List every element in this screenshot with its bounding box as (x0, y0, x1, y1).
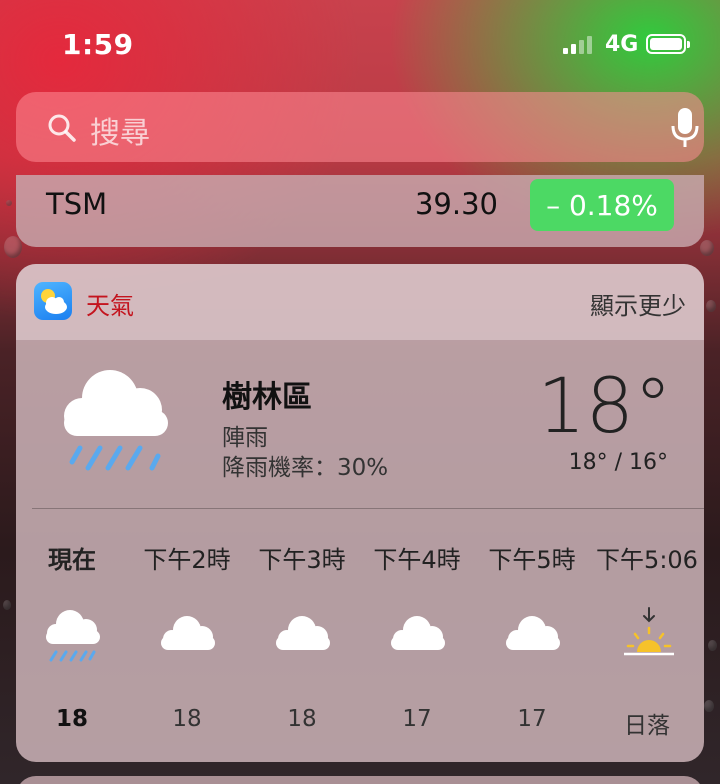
clock: 1:59 (62, 28, 134, 61)
widget-app-name: 天氣 (86, 292, 134, 320)
rain-chance: 降雨機率：30% (222, 455, 389, 481)
stock-change-badge[interactable]: – 0.18% (530, 179, 674, 231)
location-name: 樹林區 (222, 380, 312, 415)
hourly-forecast-item: 下午3時 18 (247, 540, 357, 732)
hour-label: 下午3時 (258, 546, 346, 574)
search-icon (48, 114, 76, 142)
hour-temperature: 17 (517, 706, 547, 732)
hourly-forecast-item: 下午5:06 日落 (592, 540, 702, 739)
hour-label: 下午5時 (488, 546, 576, 574)
stock-price: 39.30 (414, 187, 498, 221)
cloud-icon (276, 616, 330, 650)
hourly-forecast-item: 現在 18 (17, 540, 127, 732)
sunset-icon (624, 607, 674, 656)
hourly-forecast-item: 下午4時 17 (362, 540, 472, 732)
battery-icon (646, 34, 690, 54)
hourly-forecast-item: 下午2時 18 (132, 540, 242, 732)
weather-app-icon (34, 282, 72, 320)
hour-temperature: 18 (287, 706, 317, 732)
hour-temperature: 17 (402, 706, 432, 732)
status-bar: 1:59 4G (0, 0, 720, 90)
hour-label: 下午5:06 (596, 546, 698, 574)
show-less-button[interactable]: 顯示更少 (590, 286, 686, 321)
rain-cloud-icon (46, 610, 100, 662)
network-type: 4G (605, 32, 639, 57)
cloud-icon (506, 616, 560, 650)
cloud-icon (391, 616, 445, 650)
weather-widget[interactable]: 天氣 顯示更少 樹林區 陣雨 降雨機率：30% 18° 18° / 16° 現在 (16, 264, 704, 762)
weather-condition: 陣雨 (222, 425, 268, 451)
cloud-icon (161, 616, 215, 650)
hour-temperature: 日落 (624, 713, 670, 739)
microphone-icon[interactable] (670, 106, 700, 150)
search-bar[interactable]: 搜尋 (16, 92, 704, 162)
high-low-temperature: 18° / 16° (568, 450, 668, 475)
hour-label: 現在 (48, 546, 96, 574)
search-input[interactable]: 搜尋 (90, 108, 150, 152)
stocks-widget[interactable]: TSM 39.30 – 0.18% (16, 175, 704, 247)
weather-widget-header: 天氣 顯示更少 (16, 264, 704, 340)
hour-label: 下午4時 (373, 546, 461, 574)
cellular-signal-icon (563, 34, 592, 54)
divider (32, 508, 704, 509)
hour-label: 下午2時 (143, 546, 231, 574)
stock-symbol: TSM (46, 187, 108, 221)
hour-temperature: 18 (55, 706, 88, 732)
rain-cloud-icon (64, 370, 168, 471)
hour-temperature: 18 (172, 706, 202, 732)
current-temperature: 18° (537, 361, 672, 450)
hourly-forecast-item: 下午5時 17 (477, 540, 587, 732)
next-widget[interactable] (16, 776, 704, 784)
